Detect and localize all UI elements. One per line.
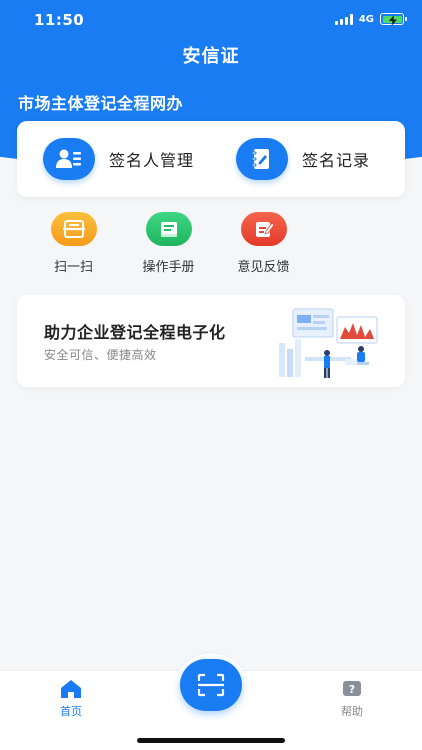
notebook-pen-icon <box>236 138 288 180</box>
home-icon <box>61 680 81 698</box>
promo-banner[interactable]: 助力企业登记全程电子化 安全可信、便捷高效 <box>17 295 405 387</box>
manual-button[interactable]: 操作手册 <box>121 212 216 282</box>
status-time: 11:50 <box>34 11 85 29</box>
help-icon: ? <box>343 681 361 696</box>
feedback-icon <box>240 212 287 246</box>
scan-label: 扫一扫 <box>53 260 93 275</box>
network-type: 4G <box>358 13 374 25</box>
section-title: 市场主体登记全程网办 <box>18 94 184 113</box>
scan-frame-icon <box>197 673 225 697</box>
quick-actions: 扫一扫 操作手册 意见反馈 <box>26 212 326 282</box>
signal-icon <box>334 13 353 25</box>
scan-button[interactable]: 扫一扫 <box>26 212 121 282</box>
signer-management-label: 签名人管理 <box>109 151 195 170</box>
status-bar: 11:50 4G <box>0 0 422 40</box>
tab-help[interactable]: ? 帮助 <box>322 679 382 719</box>
scan-fab-button[interactable] <box>180 659 242 711</box>
book-icon <box>145 212 192 246</box>
status-icons: 4G <box>334 13 407 26</box>
tab-home-label: 首页 <box>60 705 82 718</box>
feedback-button[interactable]: 意见反馈 <box>216 212 311 282</box>
svg-text:?: ? <box>349 683 355 696</box>
banner-title: 助力企业登记全程电子化 <box>44 323 226 342</box>
battery-icon <box>380 13 407 26</box>
tab-home[interactable]: 首页 <box>41 679 101 719</box>
signer-card: 签名人管理 签名记录 <box>17 121 405 197</box>
signature-records-button[interactable]: 签名记录 <box>212 121 405 197</box>
feedback-label: 意见反馈 <box>237 260 290 275</box>
digital-office-illustration <box>279 308 378 378</box>
person-card-icon <box>43 138 95 180</box>
manual-label: 操作手册 <box>142 260 195 275</box>
home-indicator <box>137 738 285 743</box>
signature-records-label: 签名记录 <box>302 151 371 170</box>
scan-icon <box>50 212 97 246</box>
tab-help-label: 帮助 <box>341 705 363 718</box>
signer-management-button[interactable]: 签名人管理 <box>17 121 212 197</box>
banner-subtitle: 安全可信、便捷高效 <box>44 348 157 362</box>
app-title: 安信证 <box>182 46 240 67</box>
